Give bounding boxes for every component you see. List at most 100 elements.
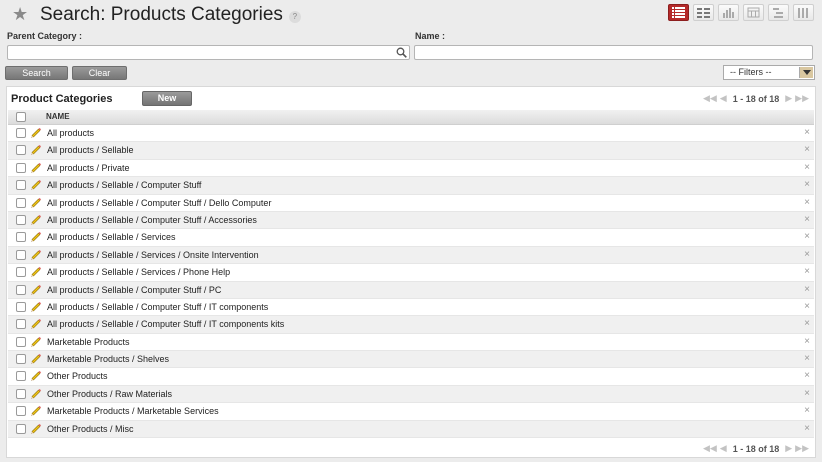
table-row[interactable]: All products / Sellable / Computer Stuff… xyxy=(8,316,814,334)
pencil-icon[interactable] xyxy=(30,353,42,365)
next-page-icon[interactable]: ▶ xyxy=(785,93,792,104)
category-name[interactable]: All products / Sellable / Computer Stuff xyxy=(47,180,201,190)
category-name[interactable]: Other Products / Misc xyxy=(47,424,134,434)
category-name[interactable]: All products / Sellable xyxy=(47,145,134,155)
category-name[interactable]: All products / Sellable / Computer Stuff… xyxy=(47,285,221,295)
table-row[interactable]: All products / Sellable / Computer Stuff… xyxy=(8,281,814,299)
row-checkbox[interactable] xyxy=(16,128,26,138)
row-checkbox[interactable] xyxy=(16,319,26,330)
select-all-checkbox[interactable] xyxy=(16,112,26,122)
pencil-icon[interactable] xyxy=(30,318,42,330)
table-row[interactable]: All products / Sellable / Computer Stuff… xyxy=(8,211,814,230)
parent-category-input[interactable] xyxy=(7,45,410,60)
row-checkbox[interactable] xyxy=(16,284,26,295)
prev-page-icon[interactable]: ◀ xyxy=(720,93,727,104)
delete-icon[interactable]: × xyxy=(804,405,810,416)
gantt-view-icon[interactable] xyxy=(768,4,789,21)
pencil-icon[interactable] xyxy=(30,127,42,139)
pencil-icon[interactable] xyxy=(30,266,42,278)
delete-icon[interactable]: × xyxy=(804,370,810,381)
table-row[interactable]: Other Products / Misc × xyxy=(8,420,814,439)
category-name[interactable]: All products / Private xyxy=(47,163,130,173)
table-row[interactable]: All products / Sellable / Services / Ons… xyxy=(8,246,814,265)
pencil-icon[interactable] xyxy=(30,197,42,209)
category-name[interactable]: All products xyxy=(47,128,94,138)
pencil-icon[interactable] xyxy=(30,405,42,417)
delete-icon[interactable]: × xyxy=(804,144,810,155)
table-row[interactable]: All products / Sellable × xyxy=(8,142,814,160)
last-page-icon[interactable]: ▶▶ xyxy=(795,443,809,454)
category-name[interactable]: Marketable Products xyxy=(47,337,130,347)
delete-icon[interactable]: × xyxy=(804,179,810,190)
new-button[interactable]: New xyxy=(142,91,192,106)
pencil-icon[interactable] xyxy=(30,214,42,226)
table-row[interactable]: All products / Private × xyxy=(8,160,814,178)
delete-icon[interactable]: × xyxy=(804,266,810,277)
search-button[interactable]: Search xyxy=(5,66,68,80)
table-row[interactable]: Marketable Products / Marketable Service… xyxy=(8,403,814,421)
category-name[interactable]: All products / Sellable / Computer Stuff… xyxy=(47,198,271,208)
category-name[interactable]: All products / Sellable / Computer Stuff… xyxy=(47,319,284,329)
delete-icon[interactable]: × xyxy=(804,162,810,173)
row-checkbox[interactable] xyxy=(16,354,26,365)
row-checkbox[interactable] xyxy=(16,214,26,225)
pencil-icon[interactable] xyxy=(30,144,42,156)
delete-icon[interactable]: × xyxy=(804,284,810,295)
search-icon[interactable] xyxy=(396,47,407,58)
category-name[interactable]: Other Products xyxy=(47,371,108,381)
calendar-view-icon[interactable] xyxy=(743,4,764,21)
category-name[interactable]: Marketable Products / Marketable Service… xyxy=(47,406,219,416)
help-icon[interactable]: ? xyxy=(288,11,301,23)
delete-icon[interactable]: × xyxy=(804,231,810,242)
delete-icon[interactable]: × xyxy=(804,214,810,225)
star-icon[interactable]: ★ xyxy=(12,4,28,24)
delete-icon[interactable]: × xyxy=(804,336,810,347)
pencil-icon[interactable] xyxy=(30,284,42,296)
row-checkbox[interactable] xyxy=(16,197,26,208)
row-checkbox[interactable] xyxy=(16,249,26,260)
table-row[interactable]: All products / Sellable / Services / Pho… xyxy=(8,264,814,282)
graph-view-icon[interactable] xyxy=(718,4,739,21)
row-checkbox[interactable] xyxy=(16,162,26,173)
form-view-icon[interactable] xyxy=(693,4,714,21)
delete-icon[interactable]: × xyxy=(804,249,810,260)
table-row[interactable]: Other Products / Raw Materials × xyxy=(8,385,814,404)
delete-icon[interactable]: × xyxy=(804,301,810,312)
name-input[interactable] xyxy=(414,45,813,60)
row-checkbox[interactable] xyxy=(16,406,26,417)
table-row[interactable]: All products / Sellable / Computer Stuff… xyxy=(8,177,814,195)
next-page-icon[interactable]: ▶ xyxy=(785,443,792,454)
category-name[interactable]: All products / Sellable / Services xyxy=(47,232,176,242)
delete-icon[interactable]: × xyxy=(804,388,810,399)
category-name[interactable]: All products / Sellable / Services / Pho… xyxy=(47,267,230,277)
pencil-icon[interactable] xyxy=(30,249,42,261)
pencil-icon[interactable] xyxy=(30,370,42,382)
first-page-icon[interactable]: ◀◀ xyxy=(703,93,717,104)
row-checkbox[interactable] xyxy=(16,232,26,243)
list-view-icon[interactable] xyxy=(668,4,689,21)
diagram-view-icon[interactable] xyxy=(793,4,814,21)
row-checkbox[interactable] xyxy=(16,145,26,156)
category-name[interactable]: All products / Sellable / Computer Stuff… xyxy=(47,215,257,225)
pencil-icon[interactable] xyxy=(30,301,42,313)
row-checkbox[interactable] xyxy=(16,371,26,382)
category-name[interactable]: Other Products / Raw Materials xyxy=(47,389,172,399)
filters-select[interactable]: -- Filters -- xyxy=(723,65,815,80)
pencil-icon[interactable] xyxy=(30,179,42,191)
table-row[interactable]: All products / Sellable / Computer Stuff… xyxy=(8,299,814,317)
delete-icon[interactable]: × xyxy=(804,423,810,434)
last-page-icon[interactable]: ▶▶ xyxy=(795,93,809,104)
row-checkbox[interactable] xyxy=(16,267,26,278)
delete-icon[interactable]: × xyxy=(804,318,810,329)
prev-page-icon[interactable]: ◀ xyxy=(720,443,727,454)
delete-icon[interactable]: × xyxy=(804,353,810,364)
pencil-icon[interactable] xyxy=(30,423,42,435)
row-checkbox[interactable] xyxy=(16,423,26,434)
row-checkbox[interactable] xyxy=(16,301,26,312)
table-row[interactable]: Marketable Products / Shelves × xyxy=(8,351,814,369)
pencil-icon[interactable] xyxy=(30,388,42,400)
table-row[interactable]: All products / Sellable / Computer Stuff… xyxy=(8,195,814,212)
pencil-icon[interactable] xyxy=(30,231,42,243)
table-row[interactable]: All products / Sellable / Services × xyxy=(8,229,814,247)
row-checkbox[interactable] xyxy=(16,180,26,191)
